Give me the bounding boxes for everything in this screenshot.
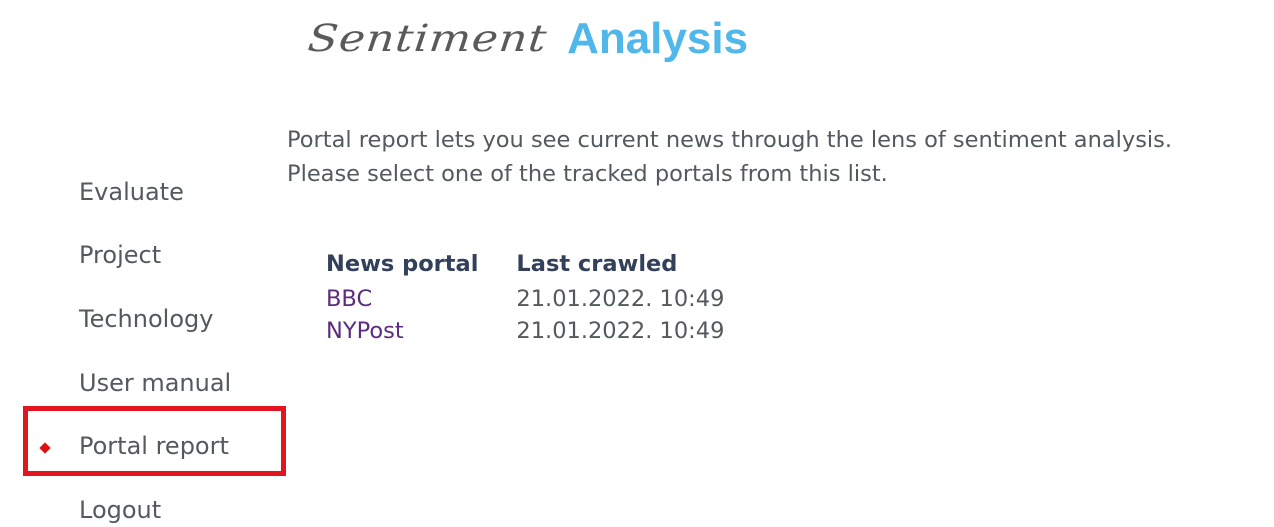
sidebar-item-user-manual[interactable]: User manual xyxy=(79,369,231,397)
portal-link-bbc[interactable]: BBC xyxy=(326,286,372,312)
table-row: BBC 21.01.2022. 10:49 xyxy=(326,283,762,315)
sidebar-item-logout[interactable]: Logout xyxy=(79,496,161,524)
intro-text: Portal report lets you see current news … xyxy=(287,123,1172,191)
portal-cell: BBC xyxy=(326,283,516,315)
last-crawled-cell: 21.01.2022. 10:49 xyxy=(516,286,725,312)
intro-line-1: Portal report lets you see current news … xyxy=(287,127,1173,153)
table-row: NYPost 21.01.2022. 10:49 xyxy=(326,315,762,347)
column-header-news-portal: News portal xyxy=(326,251,479,277)
sidebar-item-project[interactable]: Project xyxy=(79,241,161,269)
table-header-row: News portal Last crawled xyxy=(326,245,762,283)
active-item-highlight xyxy=(23,406,286,476)
portal-link-nypost[interactable]: NYPost xyxy=(326,318,404,344)
intro-line-2: Please select one of the tracked portals… xyxy=(287,161,888,187)
sidebar-item-evaluate[interactable]: Evaluate xyxy=(79,178,184,206)
last-crawled-cell: 21.01.2022. 10:49 xyxy=(516,318,725,344)
portal-cell: NYPost xyxy=(326,315,516,347)
sidebar-item-technology[interactable]: Technology xyxy=(79,305,213,333)
brand-logo-bold: Analysis xyxy=(567,14,749,63)
brand-logo-script: Sentiment xyxy=(305,16,550,61)
column-header-last-crawled: Last crawled xyxy=(516,251,678,277)
site-header: Sentiment Analysis xyxy=(305,6,749,72)
portal-table: News portal Last crawled BBC 21.01.2022.… xyxy=(326,245,762,347)
